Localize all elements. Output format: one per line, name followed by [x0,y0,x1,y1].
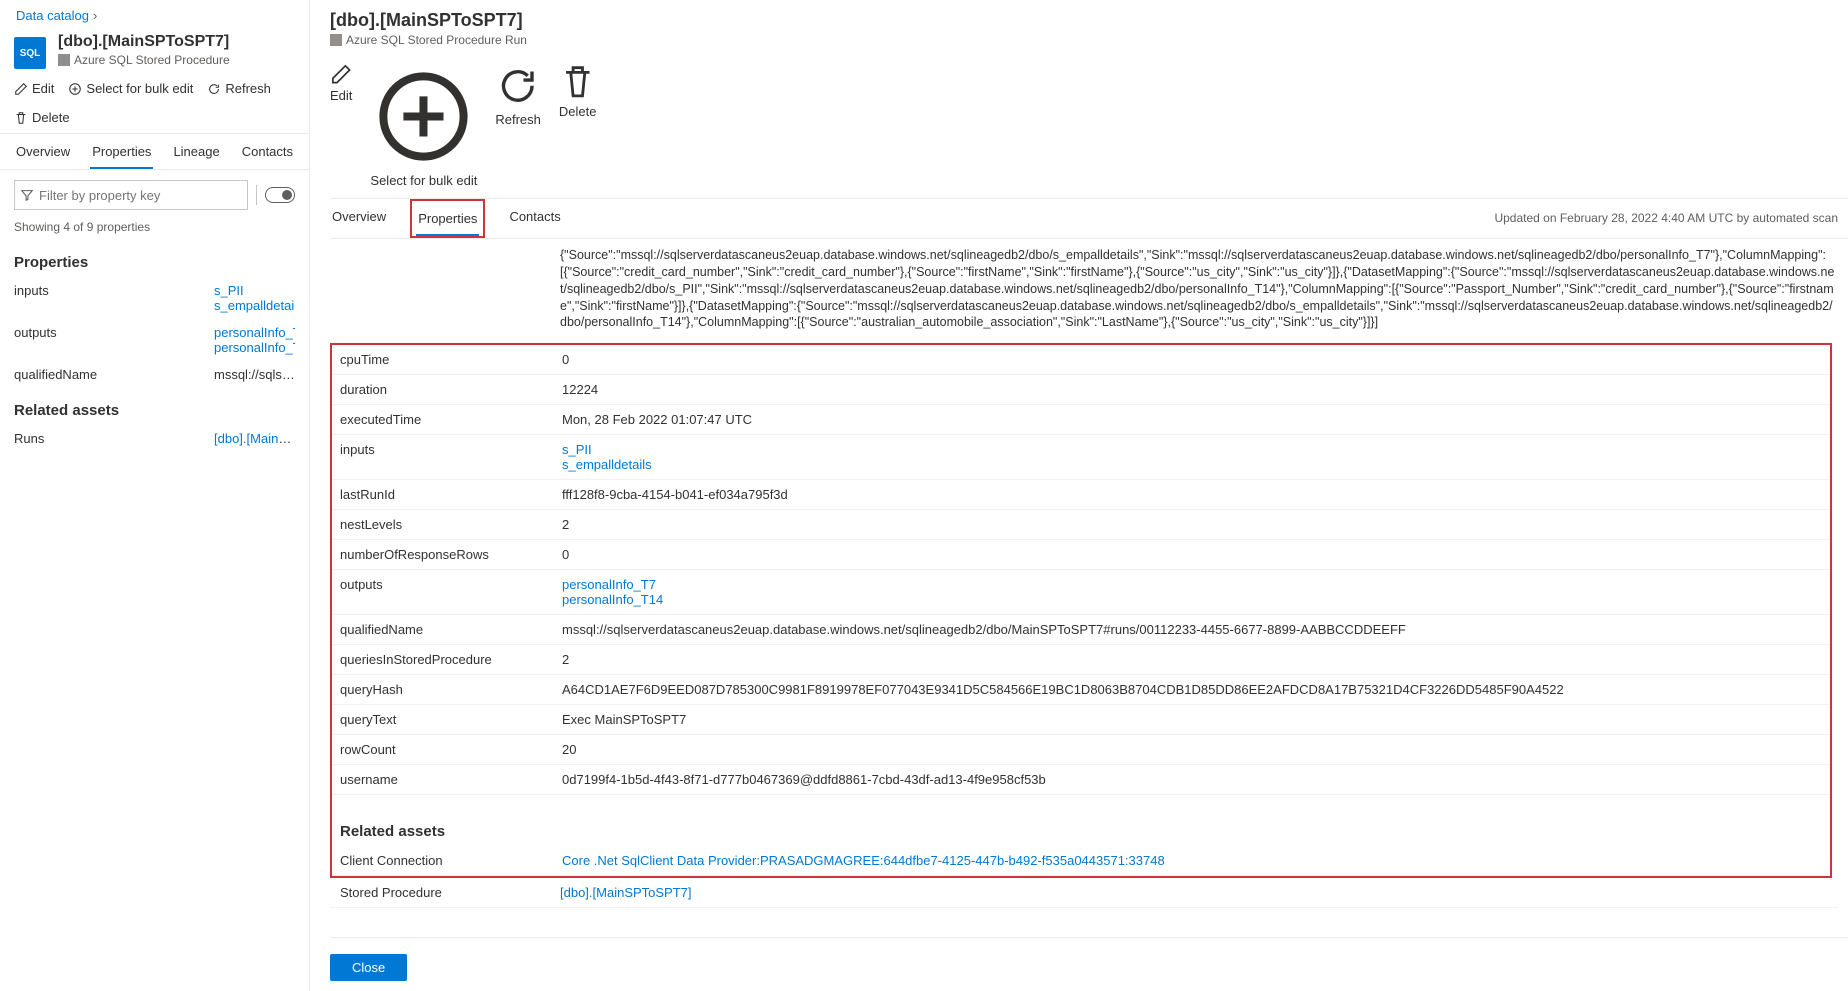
sql-icon: SQL [14,37,46,69]
filter-icon [20,188,34,202]
key-numresponserows: numberOfResponseRows [332,547,562,562]
refresh-button[interactable]: Refresh [495,63,541,188]
val-qualifiedname: mssql://sqlserverdatascaneus2euap.databa… [562,622,1830,637]
prop-row-inputs: inputs s_PIIs_empalldetails [0,277,309,319]
properties-count: Showing 4 of 9 properties [0,220,309,240]
divider [256,185,257,205]
close-button[interactable]: Close [330,954,407,981]
entity-type-icon [58,54,70,66]
qualified-name-value: mssql://sqlserv [214,367,295,382]
section-related: Related assets [0,388,309,425]
val-querytext: Exec MainSPToSPT7 [562,712,1830,727]
tab-contacts[interactable]: Contacts [507,199,562,238]
properties-table: cpuTime0 duration12224 executedTimeMon, … [330,343,1832,878]
json-blob: {"Source":"mssql://sqlserverdatascaneus2… [330,239,1838,339]
val-nestlevels: 2 [562,517,1830,532]
asset-subtype: Azure SQL Stored Procedure [74,53,230,67]
tab-overview[interactable]: Overview [330,199,388,238]
key-duration: duration [332,382,562,397]
related-assets-heading: Related assets [332,795,1830,846]
val-executedtime: Mon, 28 Feb 2022 01:07:47 UTC [562,412,1830,427]
select-bulk-button[interactable]: Select for bulk edit [68,81,193,96]
run-title: [dbo].[MainSPToSPT7] [330,10,1848,31]
breadcrumb: Data catalog › [0,0,309,23]
breadcrumb-root[interactable]: Data catalog [16,8,89,23]
key-inputs: inputs [332,442,562,472]
prop-row-outputs: outputs personalInfo_TpersonalInfo_T [0,319,309,361]
key-client-connection: Client Connection [332,853,562,868]
updated-timestamp: Updated on February 28, 2022 4:40 AM UTC… [1494,211,1848,225]
val-duration: 12224 [562,382,1830,397]
link-run[interactable]: [dbo].[MainSPT [214,431,295,446]
key-rowcount: rowCount [332,742,562,757]
right-toolbar: Edit Select for bulk edit Refresh Delete [330,51,1848,199]
content-scroll[interactable]: {"Source":"mssql://sqlserverdatascaneus2… [330,239,1848,937]
section-properties: Properties [0,240,309,277]
key-username: username [332,772,562,787]
left-panel: Data catalog › SQL [dbo].[MainSPToSPT7] A… [0,0,310,991]
val-username: 0d7199f4-1b5d-4f43-8f71-d777b0467369@ddf… [562,772,1830,787]
key-executedtime: executedTime [332,412,562,427]
delete-button[interactable]: Delete [14,110,70,125]
show-all-toggle[interactable] [265,187,295,203]
refresh-button[interactable]: Refresh [207,81,271,96]
link-input-spii[interactable]: s_PII [562,442,1822,457]
delete-button[interactable]: Delete [559,63,597,188]
tab-overview[interactable]: Overview [14,134,72,169]
related-row-runs: Runs [dbo].[MainSPT [0,425,309,452]
asset-title: [dbo].[MainSPToSPT7] [58,33,230,51]
key-outputs: outputs [332,577,562,607]
key-nestlevels: nestLevels [332,517,562,532]
val-queriesinsp: 2 [562,652,1830,667]
tab-properties[interactable]: Properties [416,201,479,236]
left-tabs: Overview Properties Lineage Contacts Re [0,134,309,170]
val-rowcount: 20 [562,742,1830,757]
key-queryhash: queryHash [332,682,562,697]
tab-properties[interactable]: Properties [90,134,153,169]
val-numresponserows: 0 [562,547,1830,562]
prop-row-qualifiedname: qualifiedName mssql://sqlserv [0,361,309,388]
link-s-pii[interactable]: s_PII [214,283,295,298]
filter-input[interactable] [14,180,248,210]
entity-type-icon [330,34,342,46]
val-lastrunid: fff128f8-9cba-4154-b041-ef034a795f3d [562,487,1830,502]
select-bulk-button[interactable]: Select for bulk edit [370,63,477,188]
chevron-right-icon: › [93,8,97,23]
tab-lineage[interactable]: Lineage [171,134,221,169]
left-toolbar: Edit Select for bulk edit Refresh Delete [0,75,309,134]
link-personalinfo-2[interactable]: personalInfo_T [214,340,295,355]
tab-contacts[interactable]: Contacts [240,134,295,169]
key-queriesinsp: queriesInStoredProcedure [332,652,562,667]
val-cputime: 0 [562,352,1830,367]
link-output-t7[interactable]: personalInfo_T7 [562,577,1822,592]
key-stored-procedure: Stored Procedure [330,885,560,900]
run-subtype: Azure SQL Stored Procedure Run [346,33,527,47]
edit-button[interactable]: Edit [330,63,352,188]
key-qualifiedname: qualifiedName [332,622,562,637]
right-panel: [dbo].[MainSPToSPT7] Azure SQL Stored Pr… [310,0,1848,991]
link-stored-procedure[interactable]: [dbo].[MainSPToSPT7] [560,885,692,900]
edit-button[interactable]: Edit [14,81,54,96]
link-s-empalldetails[interactable]: s_empalldetails [214,298,295,313]
left-header: SQL [dbo].[MainSPToSPT7] Azure SQL Store… [0,23,309,75]
link-client-connection[interactable]: Core .Net SqlClient Data Provider:PRASAD… [562,853,1165,868]
key-lastrunid: lastRunId [332,487,562,502]
key-querytext: queryText [332,712,562,727]
key-cputime: cpuTime [332,352,562,367]
link-output-t14[interactable]: personalInfo_T14 [562,592,1822,607]
val-queryhash: A64CD1AE7F6D9EED087D785300C9981F8919978E… [562,682,1830,697]
link-input-empall[interactable]: s_empalldetails [562,457,1822,472]
link-personalinfo-1[interactable]: personalInfo_T [214,325,295,340]
